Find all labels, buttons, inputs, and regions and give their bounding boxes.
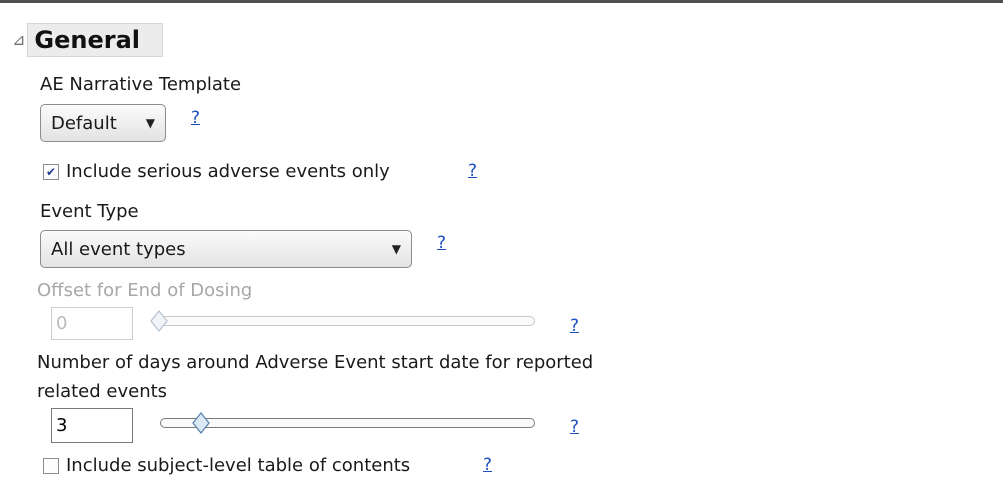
- event-type-selected: All event types: [51, 238, 186, 260]
- serious-checkbox[interactable]: ✔: [43, 164, 59, 180]
- toc-checkbox[interactable]: [43, 458, 59, 474]
- days-input[interactable]: [51, 408, 133, 443]
- serious-label[interactable]: Include serious adverse events only: [66, 161, 390, 182]
- template-dropdown[interactable]: Default ▼: [40, 104, 166, 142]
- chevron-down-icon: ▼: [145, 116, 155, 130]
- template-help-link[interactable]: ?: [191, 108, 200, 128]
- event-type-dropdown[interactable]: All event types ▼: [40, 230, 412, 268]
- days-slider-track[interactable]: [160, 418, 535, 428]
- offset-label: Offset for End of Dosing: [37, 280, 253, 301]
- event-type-help-link[interactable]: ?: [437, 233, 446, 253]
- checkmark-icon: ✔: [45, 165, 57, 179]
- days-help-link[interactable]: ?: [570, 417, 579, 437]
- offset-slider-track[interactable]: [155, 316, 535, 326]
- offset-help-link[interactable]: ?: [570, 316, 579, 336]
- template-label: AE Narrative Template: [40, 74, 242, 95]
- section-header[interactable]: ⊿ General: [12, 22, 164, 58]
- top-border: [0, 0, 1003, 3]
- template-selected: Default: [51, 112, 117, 134]
- chevron-down-icon: ▼: [391, 242, 401, 256]
- event-type-label: Event Type: [40, 201, 139, 222]
- offset-input[interactable]: [51, 307, 133, 340]
- days-label-line2: related events: [37, 381, 168, 402]
- disclosure-triangle-icon[interactable]: ⊿: [12, 32, 25, 48]
- toc-help-link[interactable]: ?: [483, 455, 492, 475]
- offset-slider-thumb[interactable]: [150, 310, 168, 332]
- toc-label[interactable]: Include subject-level table of contents: [66, 455, 410, 476]
- serious-help-link[interactable]: ?: [468, 161, 477, 181]
- days-slider-thumb[interactable]: [191, 412, 210, 434]
- section-title: General: [27, 23, 164, 57]
- days-label-line1: Number of days around Adverse Event star…: [37, 352, 594, 373]
